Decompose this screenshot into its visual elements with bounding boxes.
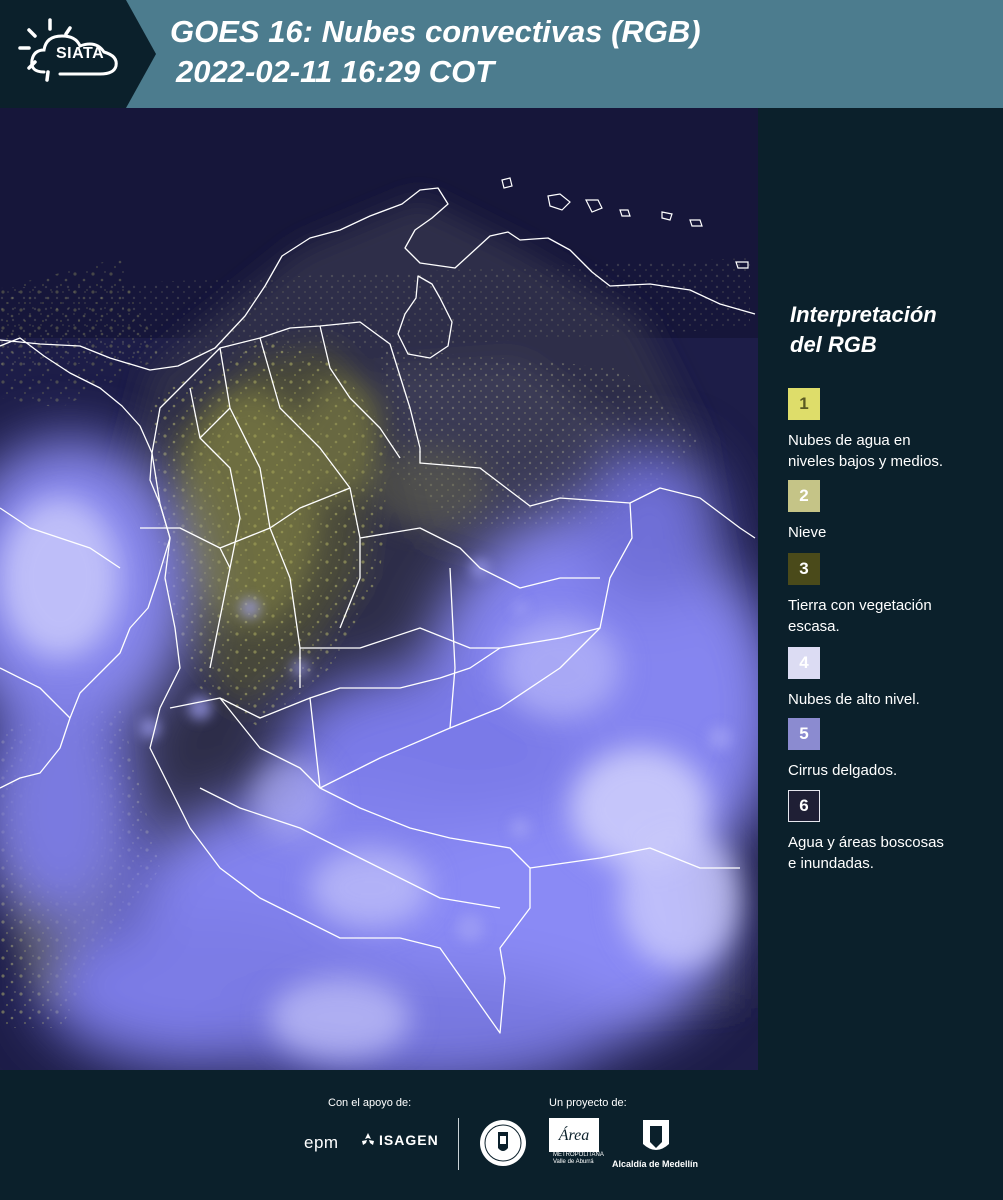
epm-logo: epm (304, 1133, 339, 1152)
header-bar: SIATA GOES 16: Nubes convectivas (RGB) 2… (0, 0, 1003, 108)
alcaldia-shield-icon (643, 1120, 669, 1150)
page: SIATA GOES 16: Nubes convectivas (RGB) 2… (0, 0, 1003, 1200)
legend-swatch-5: 5 (788, 718, 820, 750)
siata-logo: SIATA (0, 0, 156, 108)
project-caption: Un proyecto de: (549, 1097, 627, 1109)
footer: Con el apoyo de: Un proyecto de: epm ISA… (0, 1070, 1003, 1200)
legend-label-6: Agua y áreas boscosas e inundadas. (788, 834, 944, 872)
legend-swatch-4: 4 (788, 647, 820, 679)
legend-label-1: Nubes de agua en niveles bajos y medios. (788, 432, 944, 470)
siata-logo-text: SIATA (56, 45, 105, 62)
satellite-map (0, 108, 758, 1070)
legend-label-4: Nubes de alto nivel. (788, 691, 920, 708)
isagen-mark-icon (362, 1133, 374, 1145)
legend-item-4: 4 Nubes de alto nivel. (788, 647, 993, 710)
area-metropolitana-logo: Área (549, 1118, 599, 1152)
legend-item-3: 3 Tierra con vegetación escasa. (788, 553, 993, 637)
legend-title-line1: Interpretación (790, 302, 937, 327)
legend-item-2: 2 Nieve (788, 480, 993, 543)
rgb-legend: Interpretación del RGB 1 Nubes de agua e… (788, 300, 993, 872)
legend-item-1: 1 Nubes de agua en niveles bajos y medio… (788, 388, 993, 472)
page-timestamp: 2022-02-11 16:29 COT (176, 54, 495, 89)
page-title: GOES 16: Nubes convectivas (RGB) (170, 14, 701, 49)
medellin-seal-icon (480, 1120, 526, 1166)
legend-label-5: Cirrus delgados. (788, 762, 898, 779)
legend-title-line2: del RGB (790, 332, 877, 357)
legend-swatch-6: 6 (788, 790, 820, 822)
area-metropolitana-text: METROPOLITANA Valle de Aburrá (553, 1152, 604, 1165)
support-caption: Con el apoyo de: (328, 1097, 412, 1109)
isagen-logo: ISAGEN (360, 1132, 439, 1148)
legend-label-2: Nieve (788, 524, 827, 541)
legend-item-5: 5 Cirrus delgados. (788, 718, 993, 781)
legend-swatch-1: 1 (788, 388, 820, 420)
legend-swatch-3: 3 (788, 553, 820, 585)
legend-label-3: Tierra con vegetación escasa. (788, 597, 932, 635)
legend-swatch-2: 2 (788, 480, 820, 512)
svg-text:Área: Área (558, 1125, 590, 1144)
footer-divider (458, 1118, 459, 1170)
alcaldia-text: Alcaldía de Medellín (612, 1159, 699, 1169)
legend-item-6: 6 Agua y áreas boscosas e inundadas. (788, 790, 993, 874)
